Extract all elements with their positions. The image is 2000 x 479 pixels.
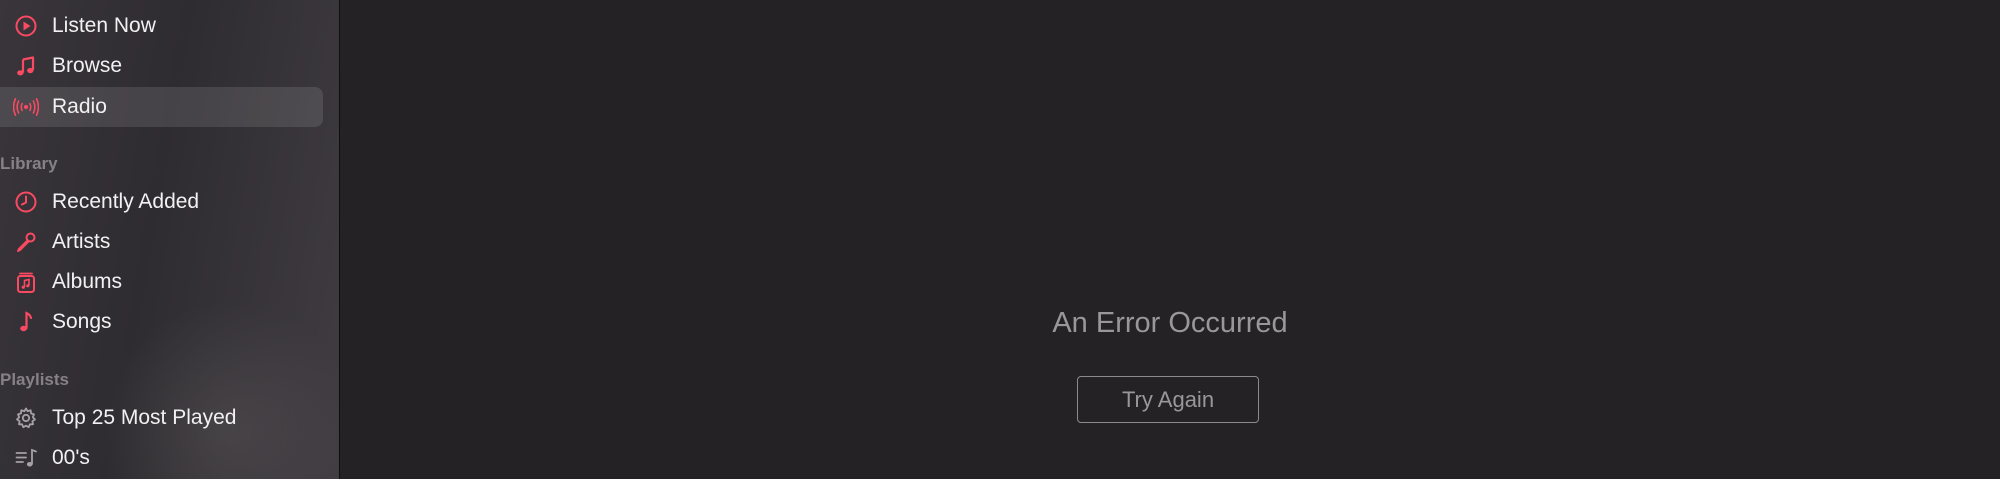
sidebar-item-label: Songs bbox=[52, 310, 112, 333]
sidebar-item-label: Recently Added bbox=[52, 190, 200, 213]
library-section-header: Library bbox=[0, 154, 58, 173]
sidebar-item-label: 00's bbox=[52, 446, 90, 469]
sidebar-item-songs[interactable]: Songs bbox=[0, 302, 323, 342]
sidebar-item-radio[interactable]: Radio bbox=[0, 87, 323, 127]
sidebar-item-browse[interactable]: Browse bbox=[0, 46, 323, 86]
sidebar-item-label: Radio bbox=[52, 95, 107, 118]
sidebar-item-artists[interactable]: Artists bbox=[0, 222, 323, 262]
sidebar-item-label: Browse bbox=[52, 54, 123, 77]
sidebar-item-listen-now[interactable]: Listen Now bbox=[0, 6, 323, 46]
clock-icon bbox=[13, 190, 39, 214]
music-note-icon bbox=[13, 54, 39, 78]
sidebar-item-label: Albums bbox=[52, 270, 123, 293]
sidebar-item-label: Top 25 Most Played bbox=[52, 406, 237, 429]
sidebar-item-top-25-most-played[interactable]: Top 25 Most Played bbox=[0, 398, 323, 438]
single-note-icon bbox=[13, 310, 39, 334]
playlists-section-header: Playlists bbox=[0, 370, 69, 389]
sidebar-item-00s[interactable]: 00's bbox=[0, 438, 323, 478]
sidebar-item-recently-added[interactable]: Recently Added bbox=[0, 182, 323, 222]
error-message: An Error Occurred bbox=[1052, 307, 1288, 339]
play-circle-icon bbox=[13, 14, 39, 38]
music-app-window: Listen Now Browse Radio Library Recently… bbox=[0, 0, 2000, 479]
album-icon bbox=[13, 270, 39, 294]
main-content: An Error Occurred Try Again bbox=[340, 0, 2000, 479]
sidebar: Listen Now Browse Radio Library Recently… bbox=[0, 0, 340, 479]
playlist-icon bbox=[13, 446, 39, 470]
gear-icon bbox=[13, 406, 39, 430]
microphone-icon bbox=[13, 230, 39, 254]
radio-broadcast-icon bbox=[13, 95, 39, 119]
sidebar-item-label: Listen Now bbox=[52, 14, 156, 37]
try-again-button[interactable]: Try Again bbox=[1077, 376, 1259, 423]
sidebar-item-label: Artists bbox=[52, 230, 111, 253]
sidebar-item-albums[interactable]: Albums bbox=[0, 262, 323, 302]
